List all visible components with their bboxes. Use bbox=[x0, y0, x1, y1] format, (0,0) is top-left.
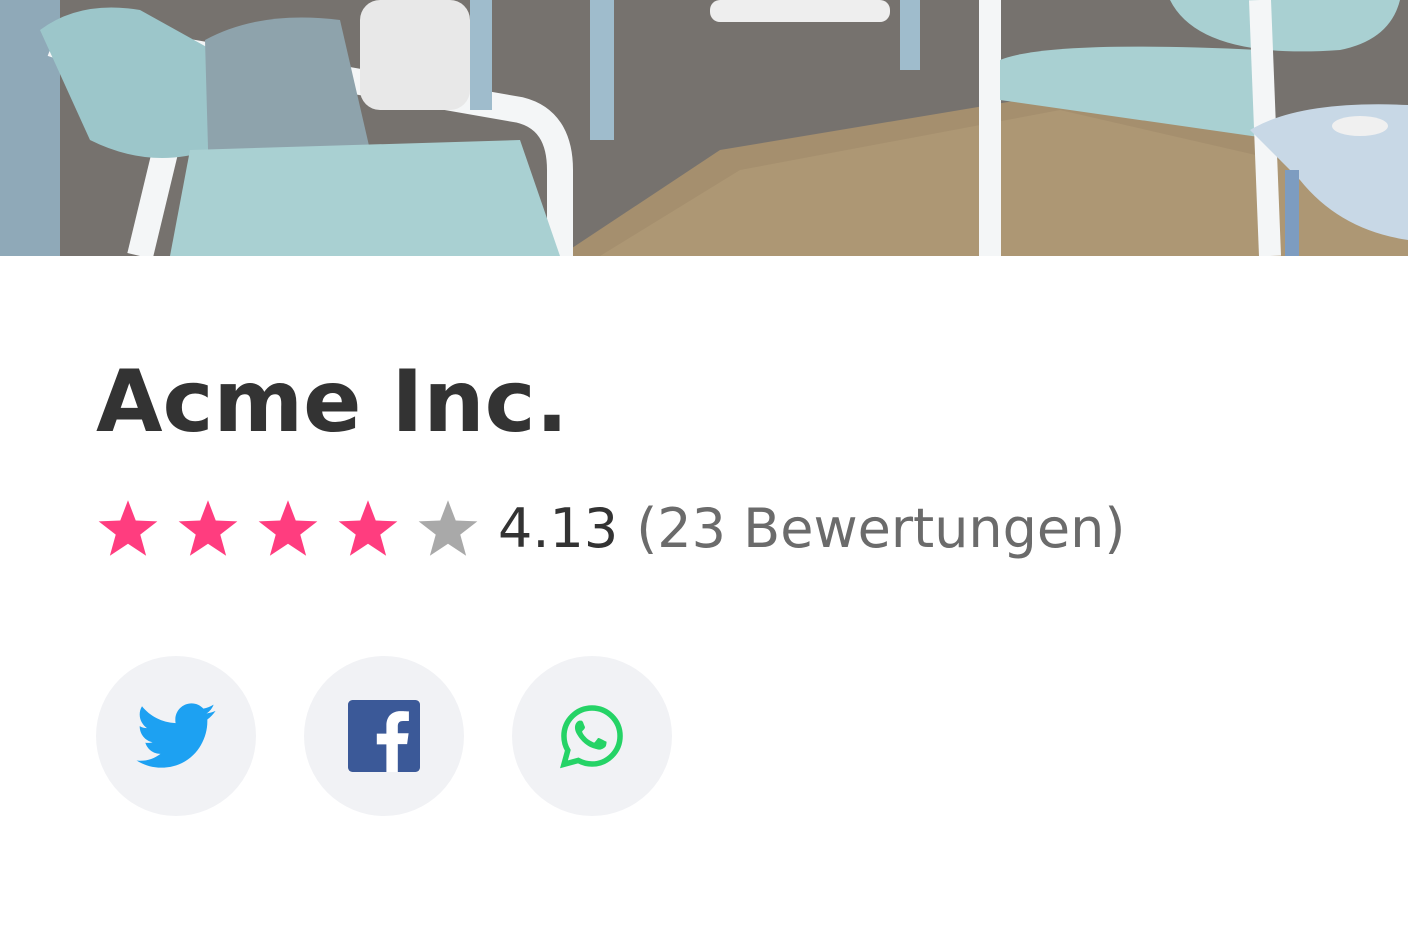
star-filled-icon bbox=[178, 500, 238, 556]
star-filled-icon bbox=[338, 500, 398, 556]
share-facebook-button[interactable] bbox=[304, 656, 464, 816]
page-title: Acme Inc. bbox=[96, 352, 569, 452]
share-buttons bbox=[96, 656, 672, 816]
rating-summary: 4.13 (23 Bewertungen) bbox=[96, 492, 1125, 564]
star-filled-icon bbox=[258, 500, 318, 556]
whatsapp-icon bbox=[560, 705, 623, 769]
lounge-photo-illustration bbox=[0, 0, 1408, 256]
venue-card: Acme Inc. 4.13 (23 Bewertungen) bbox=[0, 0, 1408, 944]
star-rating bbox=[96, 496, 498, 560]
star-filled-icon bbox=[98, 500, 158, 556]
rating-count: (23 Bewertungen) bbox=[636, 496, 1126, 560]
twitter-icon bbox=[136, 703, 216, 768]
facebook-icon bbox=[348, 700, 420, 772]
share-twitter-button[interactable] bbox=[96, 656, 256, 816]
star-empty-icon bbox=[418, 500, 478, 556]
rating-value: 4.13 bbox=[498, 496, 619, 560]
share-whatsapp-button[interactable] bbox=[512, 656, 672, 816]
hero-image bbox=[0, 0, 1408, 256]
